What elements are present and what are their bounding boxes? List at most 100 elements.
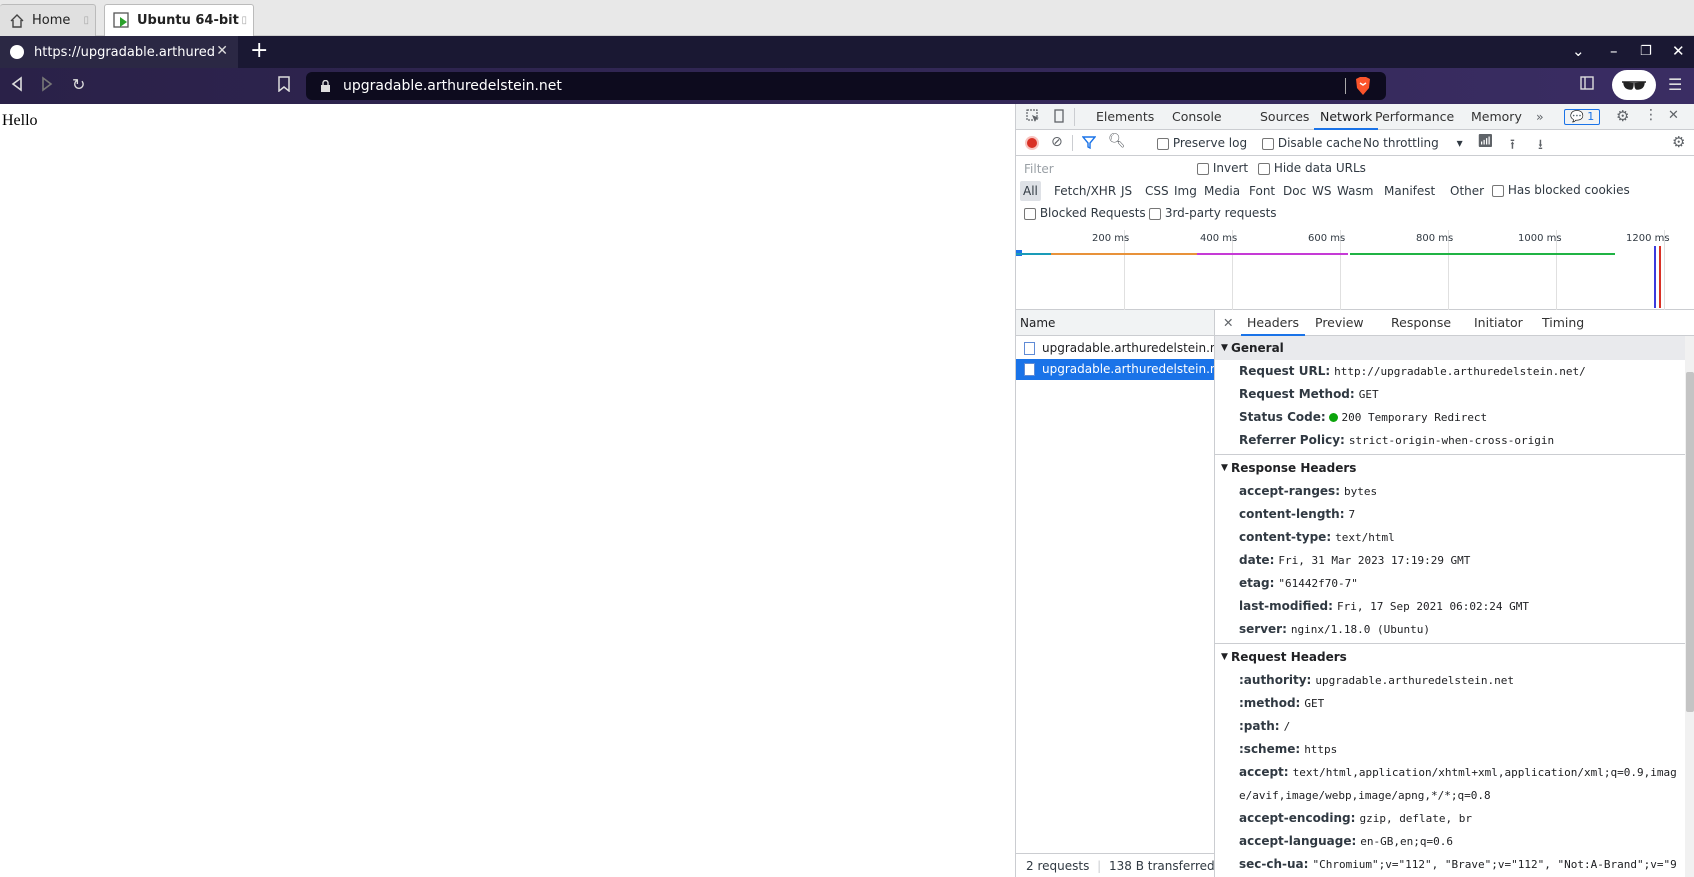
address-bar[interactable]: upgradable.arthuredelstein.net xyxy=(306,72,1386,100)
inspect-icon[interactable] xyxy=(1026,109,1040,126)
scrollbar-thumb[interactable] xyxy=(1686,372,1694,712)
filter-icon[interactable] xyxy=(1081,135,1097,152)
request-row-selected[interactable]: upgradable.arthuredelstein.net xyxy=(1016,359,1214,380)
header-value: gzip, deflate, br xyxy=(1359,812,1473,825)
close-tab-icon[interactable]: ✕ xyxy=(216,43,228,59)
issues-badge[interactable]: 💬 1 xyxy=(1564,109,1601,125)
checkbox[interactable] xyxy=(1197,162,1209,175)
checkbox[interactable] xyxy=(1024,207,1036,220)
checkbox[interactable] xyxy=(1258,162,1270,175)
invert-checkbox[interactable]: Invert xyxy=(1197,161,1248,175)
request-detail: ✕ Headers Preview Response Initiator Tim… xyxy=(1215,310,1694,877)
throttling-select[interactable]: No throttling ▾ xyxy=(1363,136,1463,150)
tab-console[interactable]: Console xyxy=(1172,104,1222,130)
tab-initiator[interactable]: Initiator xyxy=(1474,310,1523,336)
tab-timing[interactable]: Timing xyxy=(1542,310,1584,336)
checkbox[interactable] xyxy=(1492,184,1504,197)
filter-type-ws[interactable]: WS xyxy=(1309,181,1334,201)
forward-button[interactable] xyxy=(40,76,54,96)
filter-input[interactable]: Filter xyxy=(1020,160,1186,178)
brave-shields-icon[interactable] xyxy=(1354,76,1372,96)
tab-network[interactable]: Network xyxy=(1314,104,1379,130)
back-button[interactable] xyxy=(10,76,24,96)
blocked-requests-checkbox[interactable]: Blocked Requests xyxy=(1024,206,1146,220)
tab-elements[interactable]: Elements xyxy=(1096,104,1154,130)
more-tabs-icon[interactable]: » xyxy=(1536,104,1544,130)
disable-cache-checkbox[interactable]: Disable cache xyxy=(1262,136,1362,150)
preserve-log-checkbox[interactable]: Preserve log xyxy=(1157,136,1247,150)
device-toolbar-icon[interactable] xyxy=(1052,109,1066,126)
divider xyxy=(1345,78,1346,94)
hide-data-urls-label: Hide data URLs xyxy=(1273,161,1366,175)
filter-type-js[interactable]: JS xyxy=(1118,181,1135,201)
request-headers-section-header[interactable]: ▼ Request Headers xyxy=(1215,645,1694,669)
reload-icon[interactable]: ↻ xyxy=(72,76,85,94)
filter-type-all[interactable]: All xyxy=(1020,181,1041,201)
hide-data-urls-checkbox[interactable]: Hide data URLs xyxy=(1258,161,1366,175)
kebab-menu-icon[interactable]: ⋮ xyxy=(1644,107,1658,123)
network-settings-icon[interactable]: ⚙ xyxy=(1672,133,1685,151)
filter-type-other[interactable]: Other xyxy=(1447,181,1487,201)
gear-icon[interactable]: ⚙ xyxy=(1616,107,1629,125)
close-window-icon[interactable]: ✕ xyxy=(1672,42,1685,60)
header-key: etag: xyxy=(1239,576,1275,590)
status-dot-icon xyxy=(1329,413,1339,422)
close-icon[interactable]: ▯ xyxy=(83,15,89,26)
filter-type-manifest[interactable]: Manifest xyxy=(1381,181,1438,201)
sidebar-icon[interactable] xyxy=(1580,76,1594,94)
header-row: Referrer Policy: strict-origin-when-cross… xyxy=(1215,429,1694,452)
filter-type-img[interactable]: Img xyxy=(1171,181,1200,201)
network-conditions-icon[interactable]: 📶︎ xyxy=(1477,134,1494,149)
filter-type-font[interactable]: Font xyxy=(1246,181,1278,201)
general-section-header[interactable]: ▼ General xyxy=(1215,336,1694,360)
timeline-tick: 600 ms xyxy=(1308,233,1346,244)
third-party-checkbox[interactable]: 3rd-party requests xyxy=(1149,206,1277,220)
header-key: accept-ranges: xyxy=(1239,484,1340,498)
chevron-down-icon[interactable]: ⌄ xyxy=(1572,42,1585,60)
divider xyxy=(1074,108,1075,126)
checkbox[interactable] xyxy=(1157,137,1169,150)
vm-tab-ubuntu[interactable]: Ubuntu 64-bit ▯ xyxy=(104,4,254,36)
disable-cache-label: Disable cache xyxy=(1277,136,1362,150)
header-key: accept-encoding: xyxy=(1239,811,1356,825)
tab-headers[interactable]: Headers xyxy=(1241,310,1306,336)
name-column-header[interactable]: Name xyxy=(1016,310,1214,336)
private-window-icon[interactable] xyxy=(1612,70,1656,100)
filter-type-css[interactable]: CSS xyxy=(1142,181,1172,201)
minimize-icon[interactable]: – xyxy=(1610,42,1618,60)
filter-type-fetch-xhr[interactable]: Fetch/XHR xyxy=(1051,181,1119,201)
tab-sources[interactable]: Sources xyxy=(1260,104,1309,130)
third-party-label: 3rd-party requests xyxy=(1164,206,1277,220)
header-value: GET xyxy=(1304,697,1325,710)
detail-scrollbar[interactable] xyxy=(1685,336,1694,877)
clear-icon[interactable]: ⊘ xyxy=(1051,134,1063,150)
document-icon xyxy=(1024,363,1035,376)
divider xyxy=(1215,643,1694,644)
tab-memory[interactable]: Memory xyxy=(1471,104,1522,130)
filter-type-doc[interactable]: Doc xyxy=(1280,181,1309,201)
tab-preview[interactable]: Preview xyxy=(1315,310,1364,336)
bookmark-icon[interactable] xyxy=(278,76,290,96)
download-icon[interactable]: ⭳ xyxy=(1538,134,1543,158)
upload-icon[interactable]: ⭱ xyxy=(1510,134,1515,158)
close-detail-icon[interactable]: ✕ xyxy=(1223,310,1233,336)
close-devtools-icon[interactable]: ✕ xyxy=(1668,108,1679,123)
restore-icon[interactable]: ❐ xyxy=(1640,44,1652,59)
filter-type-media[interactable]: Media xyxy=(1201,181,1243,201)
close-icon[interactable]: ▯ xyxy=(241,15,247,26)
record-button[interactable] xyxy=(1025,136,1039,150)
checkbox[interactable] xyxy=(1262,137,1274,150)
tab-response[interactable]: Response xyxy=(1391,310,1451,336)
browser-tab[interactable]: https://upgradable.arthuredelstein.net/ … xyxy=(0,36,238,68)
menu-icon[interactable]: ☰ xyxy=(1668,76,1682,94)
response-headers-section-header[interactable]: ▼ Response Headers xyxy=(1215,456,1694,480)
vm-tab-home[interactable]: Home ▯ xyxy=(0,4,96,36)
request-row[interactable]: upgradable.arthuredelstein.net xyxy=(1016,338,1214,359)
tab-performance[interactable]: Performance xyxy=(1375,104,1454,130)
new-tab-button[interactable]: + xyxy=(250,39,268,63)
timeline-overview[interactable]: 200 ms 400 ms 600 ms 800 ms 1000 ms 1200… xyxy=(1016,230,1694,310)
has-blocked-cookies-checkbox[interactable]: Has blocked cookies xyxy=(1492,183,1630,197)
checkbox[interactable] xyxy=(1149,207,1161,220)
filter-type-wasm[interactable]: Wasm xyxy=(1334,181,1376,201)
search-icon[interactable]: 🔍︎ xyxy=(1108,133,1126,149)
